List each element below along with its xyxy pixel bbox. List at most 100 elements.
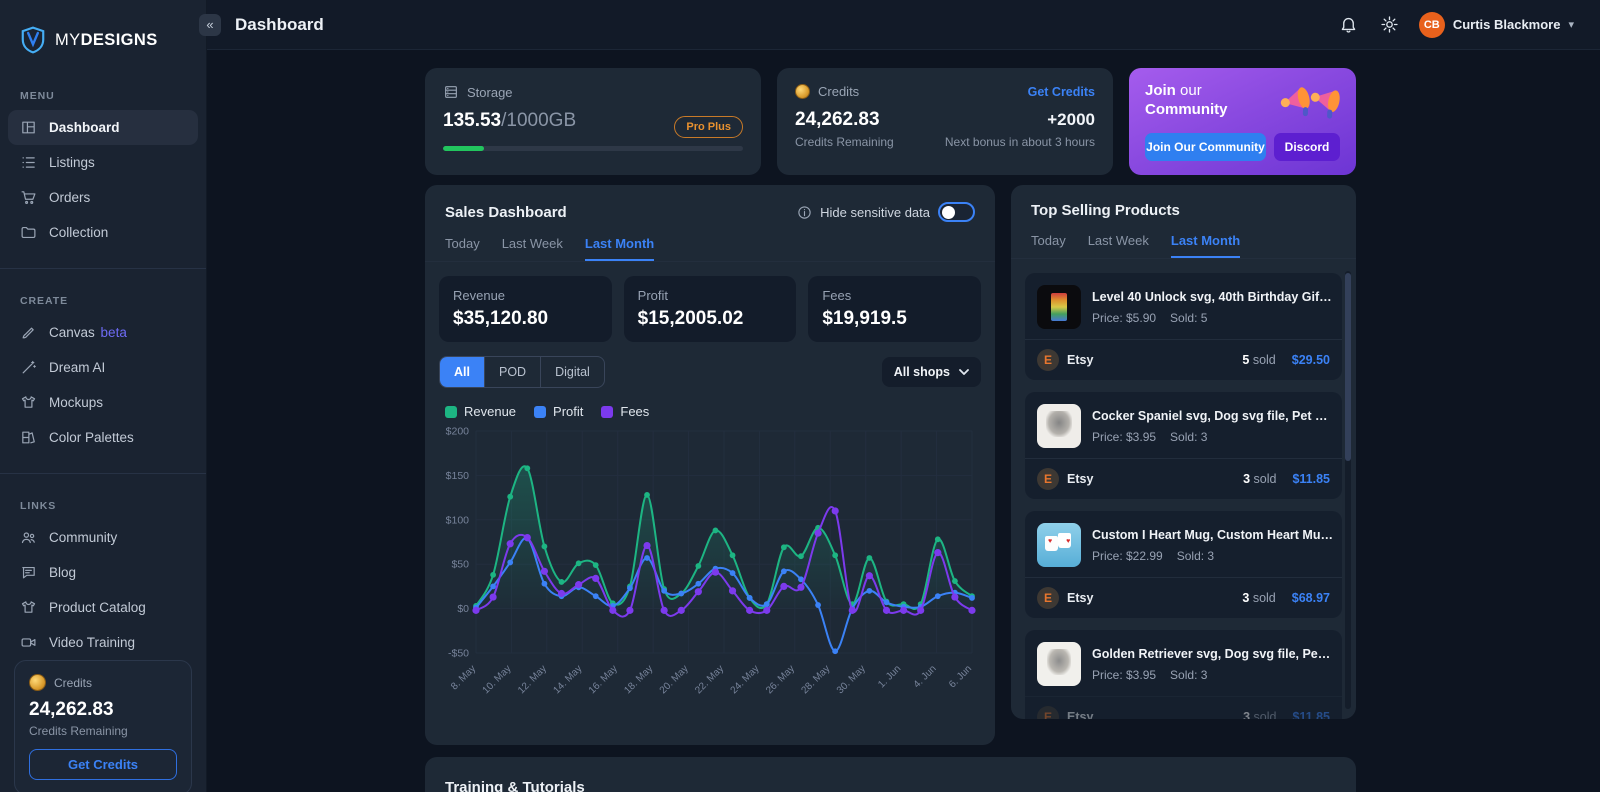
- sidebar-item-label: Dashboard: [49, 120, 120, 135]
- product-title: Level 40 Unlock svg, 40th Birthday Gift …: [1092, 290, 1334, 304]
- sidebar-divider: [0, 473, 206, 474]
- sidebar-credits-card: Credits 24,262.83 Credits Remaining Get …: [14, 660, 192, 792]
- filter-pod-button[interactable]: POD: [484, 357, 540, 387]
- tab-last-month[interactable]: Last Month: [585, 234, 654, 261]
- svg-text:24. May: 24. May: [729, 663, 762, 696]
- product-title: Custom I Heart Mug, Custom Heart Mug,...: [1092, 528, 1334, 542]
- product-list-item[interactable]: Cocker Spaniel svg, Dog svg file, Pet sv…: [1025, 392, 1342, 499]
- wand-icon: [20, 359, 37, 376]
- chat-icon: [20, 564, 37, 581]
- folder-icon: [20, 224, 37, 241]
- sidebar-item-dream-ai[interactable]: Dream AI: [8, 350, 198, 385]
- scrollbar-thumb[interactable]: [1345, 273, 1351, 461]
- legend-swatch: [445, 406, 457, 418]
- sidebar-item-label: Product Catalog: [49, 600, 146, 615]
- product-list-item[interactable]: Level 40 Unlock svg, 40th Birthday Gift …: [1025, 273, 1342, 380]
- tab-today[interactable]: Today: [1031, 231, 1066, 258]
- sidebar-item-blog[interactable]: Blog: [8, 555, 198, 590]
- svg-text:$100: $100: [446, 514, 470, 526]
- etsy-icon: E: [1037, 706, 1059, 719]
- tab-today[interactable]: Today: [445, 234, 480, 261]
- sidebar-divider: [0, 268, 206, 269]
- product-list-item[interactable]: Golden Retriever svg, Dog svg file, Pet …: [1025, 630, 1342, 719]
- profit-stat-card: Profit $15,2005.02: [624, 276, 797, 342]
- sidebar-item-community[interactable]: Community: [8, 520, 198, 555]
- chart-legend: Revenue Profit Fees: [445, 404, 975, 419]
- product-price: Price: $3.95: [1092, 668, 1156, 682]
- legend-revenue[interactable]: Revenue: [445, 404, 516, 419]
- marketplace-name: Etsy: [1067, 710, 1093, 719]
- avatar: CB: [1419, 12, 1445, 38]
- sidebar-item-label: Mockups: [49, 395, 103, 410]
- get-credits-link[interactable]: Get Credits: [1028, 85, 1095, 99]
- sales-panel-title: Sales Dashboard: [445, 204, 567, 221]
- etsy-icon: E: [1037, 468, 1059, 490]
- top-selling-products-panel: Top Selling Products Today Last Week Las…: [1011, 185, 1356, 719]
- svg-text:1. Jun: 1. Jun: [876, 663, 903, 690]
- notifications-button[interactable]: [1337, 13, 1360, 36]
- stat-label: Fees: [822, 288, 967, 303]
- svg-text:4. Jun: 4. Jun: [912, 663, 939, 690]
- tab-last-week[interactable]: Last Week: [1088, 231, 1149, 258]
- credits-subtitle: Credits Remaining: [795, 135, 894, 149]
- tshirt-icon: [20, 599, 37, 616]
- products-panel-title: Top Selling Products: [1031, 202, 1180, 219]
- product-thumbnail: [1037, 523, 1081, 567]
- shop-filter-dropdown[interactable]: All shops: [882, 357, 981, 387]
- sidebar-item-color-palettes[interactable]: Color Palettes: [8, 420, 198, 455]
- marketplace-name: Etsy: [1067, 591, 1093, 605]
- sidebar-item-video-training[interactable]: Video Training: [8, 625, 198, 660]
- chevron-down-icon: [959, 369, 969, 375]
- marketplace-name: Etsy: [1067, 472, 1093, 486]
- sidebar-item-orders[interactable]: Orders: [8, 180, 198, 215]
- stat-label: Revenue: [453, 288, 598, 303]
- sidebar-item-label: Community: [49, 530, 117, 545]
- sidebar-collapse-button[interactable]: «: [199, 14, 221, 36]
- sidebar-item-mockups[interactable]: Mockups: [8, 385, 198, 420]
- sales-chart: $200$150$100$50$0-$508. May10. May12. Ma…: [440, 421, 980, 723]
- legend-profit[interactable]: Profit: [534, 404, 583, 419]
- product-thumbnail: [1037, 642, 1081, 686]
- storage-progress: [443, 146, 743, 151]
- etsy-icon: E: [1037, 349, 1059, 371]
- sold-count: 3 sold: [1242, 591, 1275, 605]
- product-list-item[interactable]: Custom I Heart Mug, Custom Heart Mug,...…: [1025, 511, 1342, 618]
- user-menu[interactable]: CB Curtis Blackmore ▾: [1419, 12, 1574, 38]
- pen-icon: [20, 324, 37, 341]
- product-sold: Sold: 3: [1170, 430, 1207, 444]
- coin-icon: [795, 84, 810, 99]
- svg-text:12. May: 12. May: [516, 663, 549, 696]
- product-sold: Sold: 3: [1177, 549, 1214, 563]
- sidebar-item-label: Video Training: [49, 635, 135, 650]
- get-credits-button[interactable]: Get Credits: [29, 749, 177, 780]
- hide-sensitive-toggle[interactable]: [938, 202, 975, 222]
- sidebar-item-listings[interactable]: Listings: [8, 145, 198, 180]
- brand[interactable]: MYDESIGNS: [0, 0, 206, 64]
- settings-button[interactable]: [1378, 13, 1401, 36]
- tab-last-week[interactable]: Last Week: [502, 234, 563, 261]
- sidebar-item-label: Color Palettes: [49, 430, 134, 445]
- discord-button[interactable]: Discord: [1274, 133, 1340, 161]
- legend-swatch: [601, 406, 613, 418]
- sidebar-item-label: Canvas beta: [49, 325, 127, 340]
- storage-card: Storage 135.53/1000GB Pro Plus: [425, 68, 761, 175]
- products-tabs: Today Last Week Last Month: [1011, 219, 1356, 259]
- summary-cards-row: Storage 135.53/1000GB Pro Plus Credits G…: [425, 68, 1356, 175]
- gear-icon: [1380, 15, 1399, 34]
- revenue-stat-card: Revenue $35,120.80: [439, 276, 612, 342]
- product-price: Price: $3.95: [1092, 430, 1156, 444]
- tab-last-month[interactable]: Last Month: [1171, 231, 1240, 258]
- legend-fees[interactable]: Fees: [601, 404, 649, 419]
- sidebar-item-dashboard[interactable]: Dashboard: [8, 110, 198, 145]
- filter-digital-button[interactable]: Digital: [540, 357, 604, 387]
- svg-text:18. May: 18. May: [622, 663, 655, 696]
- sidebar-item-canvas[interactable]: Canvas beta: [8, 315, 198, 350]
- sidebar-item-product-catalog[interactable]: Product Catalog: [8, 590, 198, 625]
- svg-text:26. May: 26. May: [764, 663, 797, 696]
- credits-value: 24,262.83: [795, 109, 880, 131]
- sales-stats-row: Revenue $35,120.80 Profit $15,2005.02 Fe…: [439, 276, 981, 342]
- filter-all-button[interactable]: All: [440, 357, 484, 387]
- credits-bonus-subtitle: Next bonus in about 3 hours: [945, 135, 1095, 149]
- sidebar-item-collection[interactable]: Collection: [8, 215, 198, 250]
- join-community-button[interactable]: Join Our Community: [1145, 133, 1266, 161]
